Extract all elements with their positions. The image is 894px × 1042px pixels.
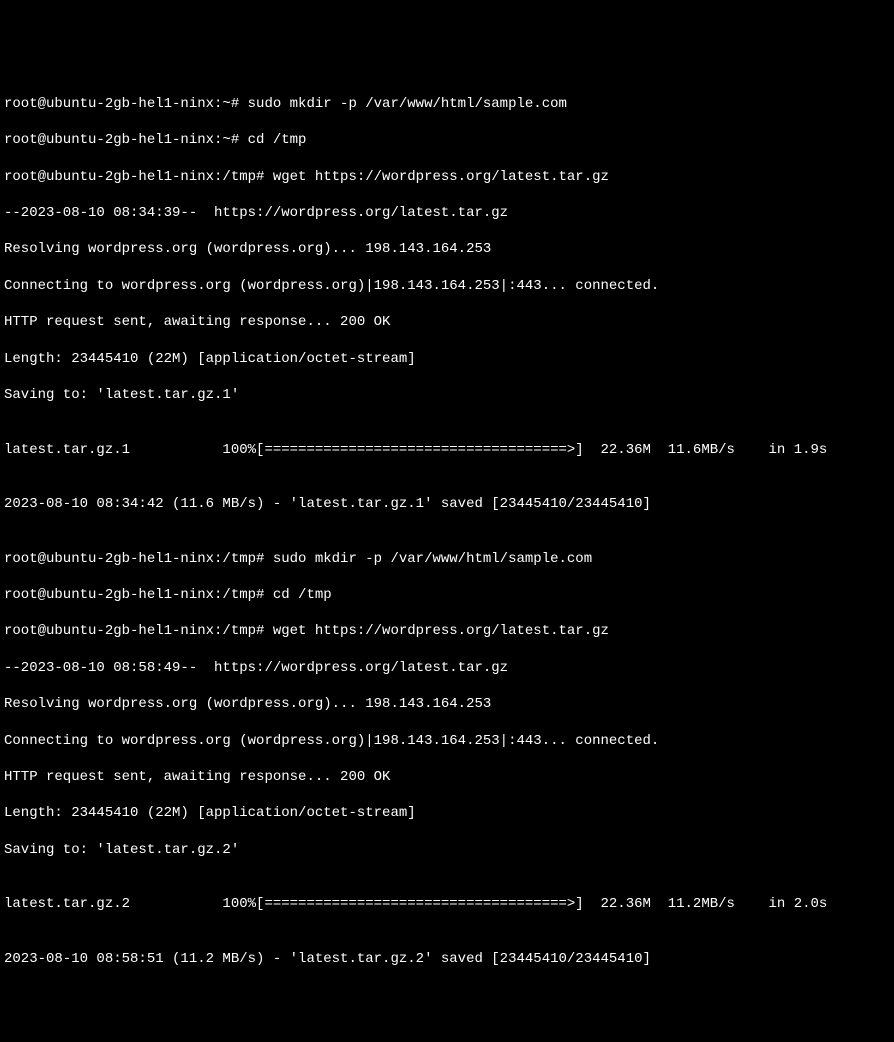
terminal-output: root@ubuntu-2gb-hel1-ninx:~# sudo mkdir … [4,77,890,986]
terminal-line: root@ubuntu-2gb-hel1-ninx:/tmp# wget htt… [4,622,890,640]
terminal-line: --2023-08-10 08:58:49-- https://wordpres… [4,659,890,677]
terminal-line: root@ubuntu-2gb-hel1-ninx:/tmp# wget htt… [4,168,890,186]
terminal-line: --2023-08-10 08:34:39-- https://wordpres… [4,204,890,222]
terminal-line: 2023-08-10 08:34:42 (11.6 MB/s) - 'lates… [4,495,890,513]
terminal-line: root@ubuntu-2gb-hel1-ninx:/tmp# sudo mkd… [4,550,890,568]
terminal-line: latest.tar.gz.2 100%[===================… [4,895,890,913]
terminal-line: Resolving wordpress.org (wordpress.org).… [4,240,890,258]
terminal-line: 2023-08-10 08:58:51 (11.2 MB/s) - 'lates… [4,950,890,968]
terminal-line: Length: 23445410 (22M) [application/octe… [4,804,890,822]
terminal-line: HTTP request sent, awaiting response... … [4,768,890,786]
terminal-line: Connecting to wordpress.org (wordpress.o… [4,732,890,750]
terminal-line: latest.tar.gz.1 100%[===================… [4,441,890,459]
terminal-line: Length: 23445410 (22M) [application/octe… [4,350,890,368]
terminal-line: Saving to: 'latest.tar.gz.1' [4,386,890,404]
terminal-line: HTTP request sent, awaiting response... … [4,313,890,331]
terminal-line: Saving to: 'latest.tar.gz.2' [4,841,890,859]
terminal-line: root@ubuntu-2gb-hel1-ninx:/tmp# cd /tmp [4,586,890,604]
terminal-line: root@ubuntu-2gb-hel1-ninx:~# cd /tmp [4,131,890,149]
terminal-line: Resolving wordpress.org (wordpress.org).… [4,695,890,713]
terminal-line: root@ubuntu-2gb-hel1-ninx:~# sudo mkdir … [4,95,890,113]
terminal-line: Connecting to wordpress.org (wordpress.o… [4,277,890,295]
